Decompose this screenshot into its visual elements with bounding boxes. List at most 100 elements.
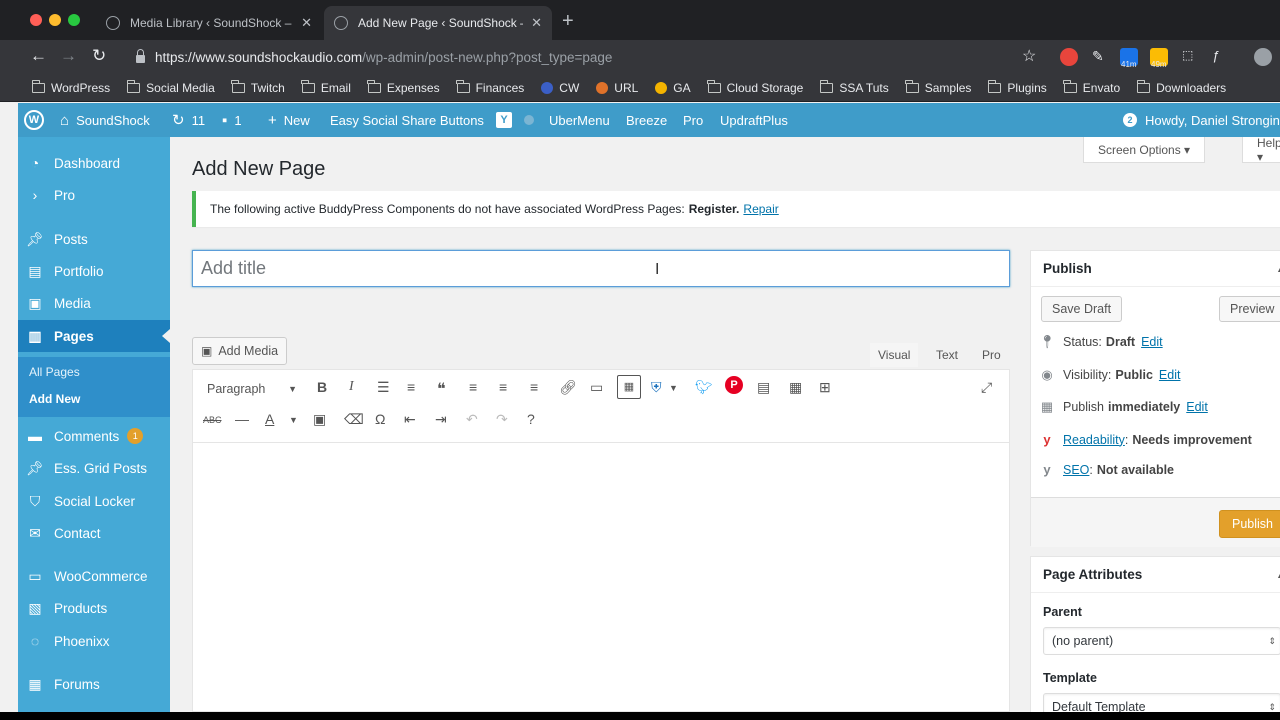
bookmark-item[interactable]: URL (596, 81, 638, 95)
bookmark-item[interactable]: Email (301, 79, 351, 95)
bookmark-item[interactable]: Envato (1063, 79, 1120, 95)
bookmark-item[interactable]: CW (541, 81, 579, 95)
sidebar-item-posts[interactable]: 📌︎ Posts (18, 223, 170, 255)
browser-tab-add-new-page[interactable]: Add New Page ‹ SoundShock – ✕ (324, 6, 552, 40)
breeze-link[interactable]: Breeze (626, 103, 667, 137)
sidebar-item-portfolio[interactable]: ▤ Portfolio (18, 255, 170, 287)
strikethrough-icon[interactable]: ABC (203, 415, 222, 425)
outdent-icon[interactable]: ⇤ (404, 411, 416, 428)
sidebar-item-social-locker[interactable]: ⛉ Social Locker (18, 485, 170, 517)
address-bar[interactable]: https://www.soundshockaudio.com/wp-admin… (124, 43, 1054, 71)
bookmark-item[interactable]: Finances (456, 79, 524, 95)
shield-icon[interactable]: ⛨ (651, 379, 662, 396)
profile-avatar[interactable] (1254, 48, 1272, 66)
readability-link[interactable]: Readability (1063, 433, 1125, 447)
sidebar-item-pro[interactable]: › Pro (18, 179, 170, 211)
extension-tool-icon[interactable]: ✎ (1092, 48, 1110, 66)
extension-icon[interactable]: ƒ (1212, 48, 1230, 66)
italic-icon[interactable]: I (349, 379, 354, 395)
sidebar-item-comments[interactable]: ▬ Comments 1 (18, 420, 170, 452)
sidebar-item-phoenixx[interactable]: ◌ Phoenixx (18, 625, 170, 657)
submenu-all-pages[interactable]: All Pages (29, 365, 80, 379)
bold-icon[interactable]: B (317, 379, 327, 395)
maximize-window-button[interactable] (68, 14, 80, 26)
close-window-button[interactable] (30, 14, 42, 26)
edit-visibility-link[interactable]: Edit (1159, 368, 1181, 382)
help-icon[interactable]: ? (527, 411, 535, 427)
bookmark-item[interactable]: Twitch (231, 79, 285, 95)
sidebar-item-pages[interactable]: ▥ Pages (18, 320, 170, 352)
blockquote-icon[interactable]: ❝ (437, 379, 446, 399)
tab-pro[interactable]: Pro (974, 343, 1009, 367)
new-content-link[interactable]: + New (268, 103, 310, 137)
align-left-icon[interactable]: ≡ (469, 379, 477, 395)
title-input[interactable] (193, 251, 1009, 286)
collapse-icon[interactable]: ▲ (1276, 570, 1280, 580)
grid-icon[interactable]: ▦ (789, 379, 802, 396)
format-select[interactable]: Paragraph ▼ (199, 377, 303, 401)
title-field[interactable] (192, 250, 1010, 287)
chevron-down-icon[interactable]: ▼ (669, 383, 678, 393)
site-name-link[interactable]: ⌂ SoundShock (60, 103, 150, 137)
browser-tab-media-library[interactable]: Media Library ‹ SoundShock – ✕ (96, 6, 322, 40)
bookmark-item[interactable]: Cloud Storage (707, 79, 803, 95)
special-character-icon[interactable]: Ω (375, 411, 385, 427)
pro-link[interactable]: Pro (683, 103, 703, 137)
yoast-icon[interactable]: Y (496, 103, 512, 137)
repair-link[interactable]: Repair (743, 202, 778, 216)
sidebar-item-products[interactable]: ▧ Products (18, 592, 170, 624)
bookmark-item[interactable]: SSA Tuts (819, 79, 889, 95)
bookmark-item[interactable]: Social Media (126, 79, 215, 95)
forward-icon[interactable]: → (60, 46, 77, 66)
collapse-icon[interactable]: ▲ (1276, 264, 1280, 274)
bookmark-item[interactable]: Expenses (367, 79, 440, 95)
publish-button[interactable]: Publish (1219, 510, 1280, 538)
close-tab-icon[interactable]: ✕ (531, 15, 542, 31)
template-select[interactable]: Default Template ⇕ (1043, 693, 1280, 712)
sidebar-item-media[interactable]: ▣ Media (18, 287, 170, 319)
align-right-icon[interactable]: ≡ (530, 379, 538, 395)
indent-icon[interactable]: ⇥ (435, 411, 447, 428)
edit-publish-time-link[interactable]: Edit (1186, 400, 1208, 414)
close-tab-icon[interactable]: ✕ (301, 15, 312, 31)
content-editor[interactable]: Paragraph ▼ B I ☰ ≡ ❝ ≡ ≡ ≡ 🔗︎ ▭ ▦ ⛨ ▼ 🐦︎… (192, 369, 1010, 712)
submenu-add-new[interactable]: Add New (29, 392, 80, 406)
align-center-icon[interactable]: ≡ (499, 379, 507, 395)
back-icon[interactable]: ← (30, 46, 47, 66)
read-more-icon[interactable]: ▭ (590, 379, 603, 396)
pinterest-icon[interactable]: P (725, 376, 743, 394)
preview-button[interactable]: Preview (1219, 296, 1280, 322)
fullscreen-icon[interactable]: ⤢ (981, 379, 992, 396)
parent-select[interactable]: (no parent) ⇕ (1043, 627, 1280, 655)
clear-formatting-icon[interactable]: ⌫ (344, 411, 364, 428)
screen-options-button[interactable]: Screen Options ▾ (1083, 137, 1206, 163)
toolbar-toggle-icon[interactable]: ▦ (617, 375, 641, 399)
link-icon[interactable]: 🔗︎ (559, 379, 577, 396)
undo-icon[interactable]: ↶ (466, 411, 478, 428)
new-tab-icon[interactable]: + (562, 11, 574, 31)
updraftplus-link[interactable]: UpdraftPlus (720, 103, 788, 137)
bookmark-star-icon[interactable]: ☆ (1022, 46, 1036, 66)
twitter-icon[interactable]: 🐦︎ (695, 379, 713, 396)
layout-grid-icon[interactable]: ⊞ (819, 379, 831, 396)
bookmark-item[interactable]: Samples (905, 79, 971, 95)
wordpress-logo-icon[interactable]: W (24, 103, 44, 137)
edit-status-link[interactable]: Edit (1141, 335, 1163, 349)
extension-icon[interactable] (1060, 48, 1078, 66)
bookmark-item[interactable]: WordPress (31, 79, 110, 95)
save-draft-button[interactable]: Save Draft (1041, 296, 1123, 322)
tab-visual[interactable]: Visual (870, 343, 919, 367)
tab-text[interactable]: Text (928, 343, 966, 367)
paste-text-icon[interactable]: ▣ (313, 411, 326, 428)
numbered-list-icon[interactable]: ≡ (407, 379, 415, 395)
easy-social-share-link[interactable]: Easy Social Share Buttons (330, 103, 484, 137)
sidebar-item-forums[interactable]: ▦ Forums (18, 668, 170, 700)
text-color-icon[interactable]: A (265, 411, 274, 427)
chevron-down-icon[interactable]: ▼ (289, 415, 298, 425)
ubermenu-link[interactable]: UberMenu (549, 103, 610, 137)
updates-link[interactable]: ↻ 11 (172, 103, 205, 137)
bookmark-item[interactable]: Plugins (988, 79, 1047, 95)
bullet-list-icon[interactable]: ☰ (377, 379, 390, 396)
seo-link[interactable]: SEO (1063, 463, 1089, 477)
redo-icon[interactable]: ↷ (496, 411, 508, 428)
